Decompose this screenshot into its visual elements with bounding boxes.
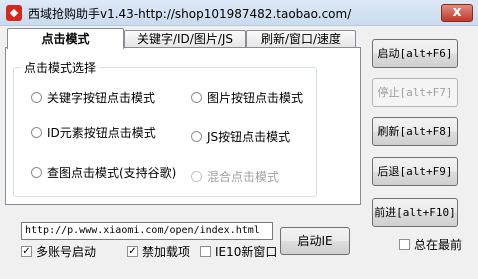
stop-button: 停止[alt+F7] — [372, 78, 458, 107]
radio-image-search-mode[interactable]: 查图点击模式(支持谷歌) — [31, 166, 176, 180]
radio-circle-icon — [31, 92, 42, 103]
checkmark-icon: ✓ — [21, 246, 32, 257]
radio-circle-icon — [31, 127, 42, 138]
checkbox-ie10-new-window[interactable]: IE10新窗口 — [200, 245, 277, 259]
checkbox-multi-account[interactable]: ✓ 多账号启动 — [21, 245, 96, 259]
radio-circle-icon — [191, 171, 202, 182]
radio-circle-icon — [191, 92, 202, 103]
start-button[interactable]: 启动[alt+F6] — [372, 39, 458, 68]
checkmark-icon: ✓ — [127, 246, 138, 257]
title-bar: ◆ 西域抢购助手v1.43-http://shop101987482.taoba… — [0, 0, 478, 26]
start-ie-button[interactable]: 启动IE — [280, 227, 350, 255]
radio-image-button-mode[interactable]: 图片按钮点击模式 — [191, 91, 303, 105]
radio-id-element-button-mode[interactable]: ID元素按钮点击模式 — [31, 126, 156, 140]
refresh-button[interactable]: 刷新[alt+F8] — [372, 117, 458, 146]
radio-circle-icon — [31, 167, 42, 178]
group-title: 点击模式选择 — [21, 59, 100, 76]
radio-mixed-mode: 混合点击模式 — [191, 170, 279, 184]
tab-click-mode[interactable]: 点击模式 — [7, 28, 124, 49]
close-button[interactable]: x — [441, 4, 473, 22]
checkbox-empty-icon — [200, 246, 211, 257]
back-button[interactable]: 后退[alt+F9] — [372, 157, 458, 186]
app-icon: ◆ — [6, 5, 22, 21]
radio-js-button-mode[interactable]: JS按钮点击模式 — [191, 130, 290, 144]
url-input[interactable]: http://p.www.xiaomi.com/open/index.html — [21, 222, 273, 240]
window-title: 西域抢购助手v1.43-http://shop101987482.taobao.… — [28, 7, 352, 21]
checkbox-always-on-top[interactable]: 总在最前 — [399, 238, 462, 252]
radio-keyword-button-mode[interactable]: 关键字按钮点击模式 — [31, 91, 155, 105]
radio-circle-icon — [191, 131, 202, 142]
checkbox-disable-addons[interactable]: ✓ 禁加载项 — [127, 245, 190, 259]
checkbox-empty-icon — [399, 239, 410, 250]
forward-button[interactable]: 前进[alt+F10] — [372, 198, 458, 227]
